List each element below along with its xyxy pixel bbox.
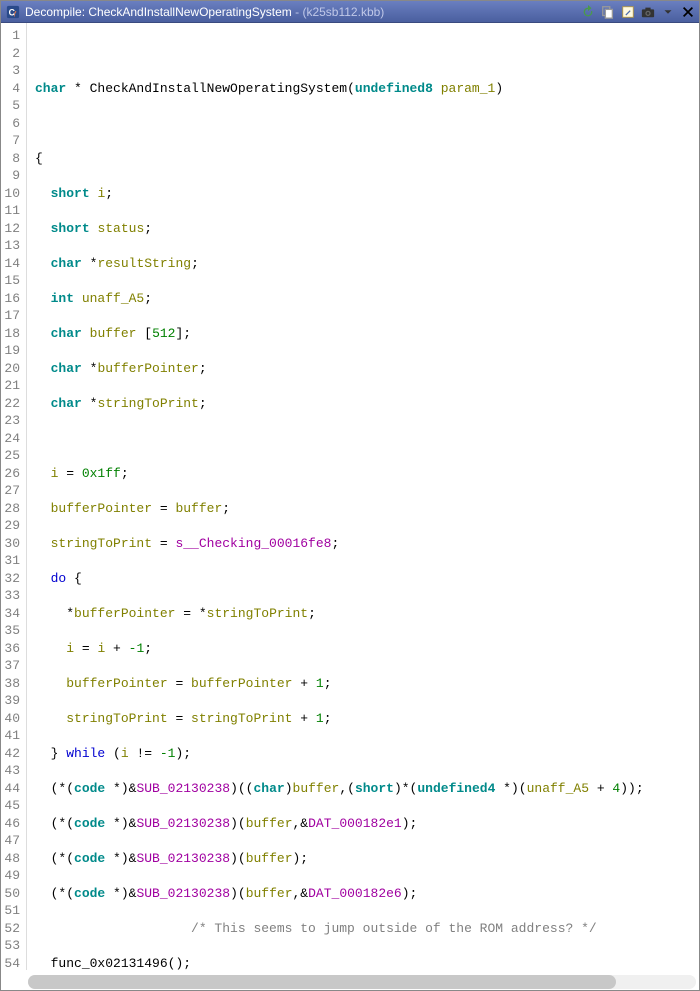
editor-content: 1234567891011121314151617181920212223242… (1, 23, 699, 970)
window-title: Decompile: CheckAndInstallNewOperatingSy… (25, 5, 581, 19)
edit-icon[interactable] (621, 5, 635, 19)
horizontal-scrollbar[interactable] (28, 975, 696, 989)
refresh-icon[interactable] (581, 5, 595, 19)
copy-icon[interactable] (601, 5, 615, 19)
close-icon[interactable] (681, 5, 695, 19)
scrollbar-thumb[interactable] (28, 975, 616, 989)
dropdown-icon[interactable] (661, 5, 675, 19)
titlebar-actions (581, 5, 695, 19)
app-icon: Cf (5, 4, 21, 20)
line-gutter: 1234567891011121314151617181920212223242… (1, 23, 27, 970)
code-area[interactable]: char * CheckAndInstallNewOperatingSystem… (27, 23, 699, 970)
snapshot-icon[interactable] (641, 5, 655, 19)
titlebar: Cf Decompile: CheckAndInstallNewOperatin… (1, 1, 699, 23)
